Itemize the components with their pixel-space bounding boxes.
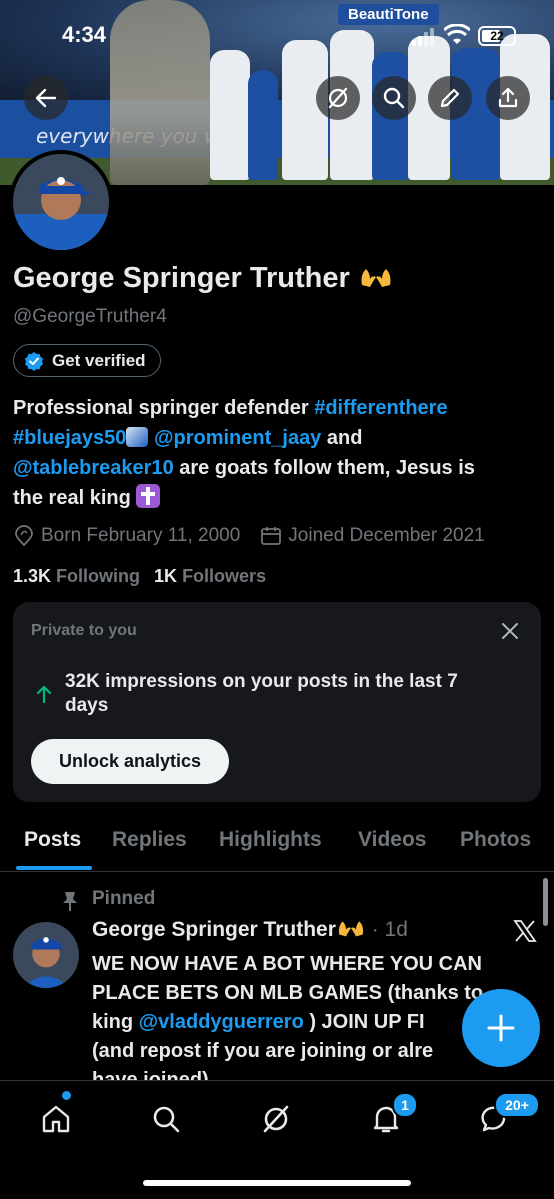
followers-link[interactable]: 1K Followers	[154, 566, 266, 587]
post-text-line: WE NOW HAVE A BOT WHERE YOU CAN	[92, 953, 482, 975]
post-text-line: PLACE BETS ON MLB GAMES (thanks to	[92, 982, 484, 1004]
status-bar: 4:34 22	[0, 0, 554, 60]
search-button[interactable]	[372, 76, 416, 120]
post-text-line: have joined)	[92, 1069, 209, 1080]
post-author-avatar[interactable]	[13, 922, 79, 988]
follow-stats: 1.3K Following 1K Followers	[13, 566, 266, 587]
plus-icon	[487, 1014, 515, 1042]
battery-level: 22	[490, 29, 504, 43]
x-logo-icon	[513, 920, 537, 942]
tab-videos[interactable]: Videos	[358, 828, 426, 852]
home-icon	[42, 1105, 70, 1133]
home-indicator	[143, 1180, 411, 1186]
following-link[interactable]: 1.3K Following	[13, 566, 140, 587]
wifi-icon	[444, 24, 470, 44]
grok-icon	[328, 87, 348, 109]
bio-text: are goats follow them, Jesus is	[173, 457, 475, 479]
signal-icon	[412, 28, 434, 46]
tab-highlights[interactable]: Highlights	[219, 828, 322, 852]
location-icon	[15, 525, 33, 547]
raised-hands-emoji	[338, 921, 363, 937]
pinned-label: Pinned	[92, 888, 156, 909]
active-tab-indicator	[16, 866, 92, 870]
up-arrow-icon	[36, 685, 52, 704]
join-date: Joined December 2021	[288, 525, 485, 546]
post-text-line: (and repost if you are joining or alre	[92, 1040, 434, 1062]
profile-meta: Born February 11, 2000 Joined December 2…	[13, 523, 554, 549]
share-icon	[498, 87, 518, 108]
edit-button[interactable]	[428, 76, 472, 120]
battery-icon: 22	[478, 26, 516, 46]
profile-handle: @GeorgeTruther4	[13, 306, 167, 327]
tab-photos[interactable]: Photos	[460, 828, 531, 852]
grok-icon	[263, 1105, 289, 1133]
nav-search[interactable]	[144, 1097, 188, 1141]
birth-date: Born February 11, 2000	[41, 525, 241, 546]
mention-link[interactable]: @tablebreaker10	[13, 457, 174, 479]
back-arrow-icon	[35, 88, 57, 108]
search-icon	[383, 87, 405, 109]
bio-text: the real king	[13, 487, 131, 509]
pin-icon	[63, 892, 77, 911]
nav-home[interactable]	[34, 1097, 78, 1141]
display-name-text: George Springer Truther	[13, 262, 350, 294]
edit-icon	[440, 88, 460, 108]
back-button[interactable]	[24, 76, 68, 120]
grok-button[interactable]	[316, 76, 360, 120]
get-verified-button[interactable]: Get verified	[13, 344, 161, 377]
post-age: · 1d	[371, 918, 408, 941]
impressions-text: 32K impressions on your posts in the las…	[65, 671, 458, 716]
mention-link[interactable]: @prominent_jaay	[154, 427, 321, 449]
banner-player	[210, 50, 250, 180]
post-text-line: ) JOIN UP FI	[303, 1011, 425, 1033]
avatar-image	[13, 154, 109, 250]
bio-text: and	[321, 427, 363, 449]
profile-display-name: George Springer Truther	[13, 262, 394, 295]
nav-grok[interactable]	[254, 1097, 298, 1141]
post-text-line: king	[92, 1011, 139, 1033]
following-label: Following	[56, 566, 141, 586]
post-author-line[interactable]: George Springer Truther · 1d	[92, 918, 408, 942]
calendar-icon	[261, 527, 282, 545]
cross-emoji	[136, 484, 161, 508]
hashtag-link[interactable]: #differenthere	[314, 397, 447, 419]
compose-button[interactable]	[462, 989, 540, 1067]
card-title: Private to you	[31, 622, 137, 639]
post-author-name: George Springer Truther	[92, 918, 336, 941]
messages-badge: 20+	[494, 1092, 540, 1118]
unlock-analytics-button[interactable]: Unlock analytics	[31, 739, 229, 784]
profile-avatar[interactable]	[9, 150, 113, 254]
analytics-card: Private to you 32K impressions on your p…	[13, 602, 541, 802]
avatar-image	[13, 922, 79, 988]
following-count: 1.3K	[13, 566, 52, 586]
scrollbar[interactable]	[543, 878, 548, 926]
home-unread-dot	[62, 1091, 71, 1100]
close-icon[interactable]	[499, 620, 521, 642]
banner-player	[248, 70, 278, 180]
tab-posts[interactable]: Posts	[24, 828, 81, 852]
verified-badge-icon	[25, 351, 43, 371]
share-button[interactable]	[486, 76, 530, 120]
followers-count: 1K	[154, 566, 178, 586]
notifications-badge: 1	[392, 1092, 418, 1118]
blue-jays-emoji	[126, 427, 149, 447]
profile-bio: Professional springer defender #differen…	[13, 393, 543, 513]
profile-tabs: Posts Replies Highlights Videos Photos	[0, 818, 554, 872]
mention-link[interactable]: @vladdyguerrero	[139, 1011, 304, 1033]
bio-text: Professional springer defender	[13, 397, 315, 419]
get-verified-label: Get verified	[52, 350, 146, 370]
hashtag-link[interactable]: #bluejays50	[13, 427, 126, 449]
status-time: 4:34	[62, 22, 107, 47]
tab-replies[interactable]: Replies	[112, 828, 187, 852]
followers-label: Followers	[182, 566, 267, 586]
search-icon	[153, 1106, 180, 1133]
raised-hands-emoji	[361, 269, 391, 287]
